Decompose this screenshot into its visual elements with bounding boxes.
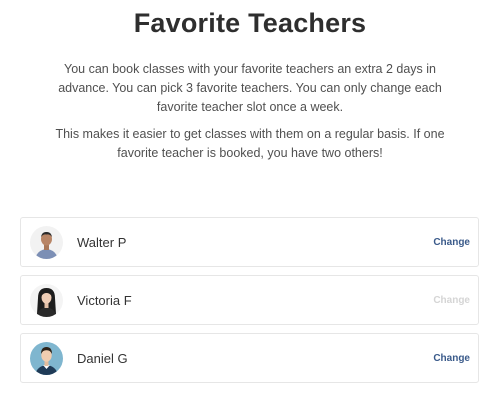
avatar	[30, 284, 63, 317]
avatar	[30, 226, 63, 259]
change-button-victoria: Change	[433, 295, 470, 306]
teacher-card-victoria: Victoria F Change	[20, 275, 479, 325]
teacher-name: Daniel G	[77, 351, 128, 366]
teacher-photo-icon	[30, 284, 63, 317]
avatar	[30, 342, 63, 375]
change-button-walter[interactable]: Change	[433, 237, 470, 248]
intro-paragraph-1: You can book classes with your favorite …	[58, 62, 442, 114]
teacher-card-walter: Walter P Change	[20, 217, 479, 267]
teacher-name: Walter P	[77, 235, 127, 250]
teacher-name: Victoria F	[77, 293, 132, 308]
teacher-photo-icon	[30, 342, 63, 375]
change-button-daniel[interactable]: Change	[433, 353, 470, 364]
teacher-photo-icon	[30, 226, 63, 259]
intro-paragraph-2: This makes it easier to get classes with…	[55, 127, 445, 160]
teacher-card-daniel: Daniel G Change	[20, 333, 479, 383]
intro-text: You can book classes with your favorite …	[40, 60, 460, 171]
page-title: Favorite Teachers	[133, 8, 367, 38]
